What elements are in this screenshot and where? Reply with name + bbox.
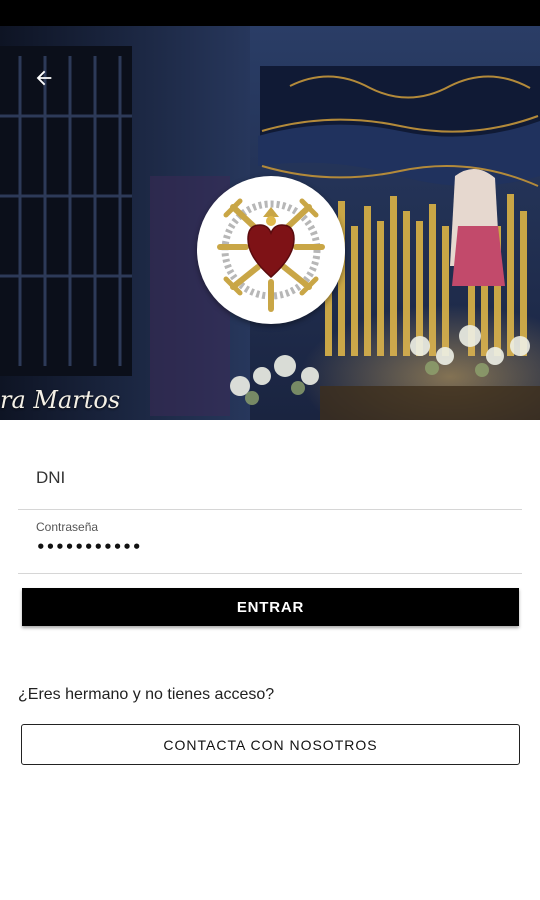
brotherhood-crest-icon xyxy=(217,198,325,312)
arrow-left-icon xyxy=(36,70,52,86)
photo-watermark: ra Martos xyxy=(0,386,121,414)
brotherhood-crest xyxy=(197,176,345,324)
hero-image: ra Martos xyxy=(0,26,540,420)
dni-input[interactable] xyxy=(18,450,522,488)
dni-field-container xyxy=(18,450,522,510)
password-label: Contraseña xyxy=(36,520,99,534)
contact-button[interactable]: CONTACTA CON NOSOTROS xyxy=(21,724,520,765)
status-bar xyxy=(0,0,540,26)
login-button[interactable]: ENTRAR xyxy=(22,588,519,626)
access-question: ¿Eres hermano y no tienes acceso? xyxy=(18,686,275,703)
password-value: ••••••••••• xyxy=(36,538,142,556)
back-button[interactable] xyxy=(24,58,64,98)
password-field[interactable]: Contraseña ••••••••••• xyxy=(18,518,522,574)
